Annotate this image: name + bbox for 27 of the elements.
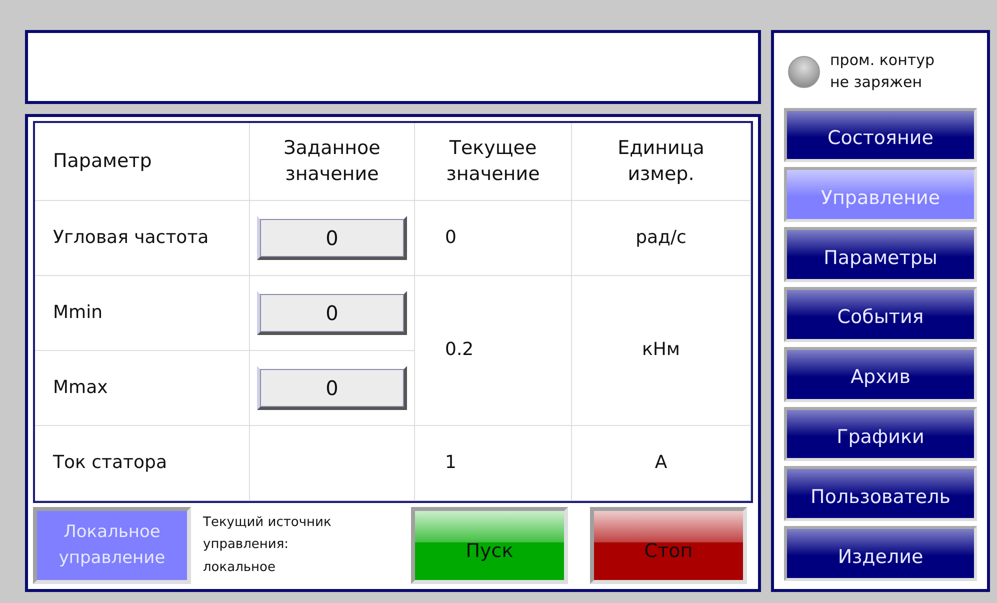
setpoint-input[interactable]: 0 (257, 216, 407, 260)
nav-button[interactable]: Состояние (784, 108, 977, 162)
nav-button[interactable]: Архив (784, 346, 977, 402)
setpoint-input[interactable]: 0 (257, 291, 407, 335)
setpoint-input[interactable]: 0 (257, 366, 407, 410)
parameter-cell: Угловая частота (35, 201, 250, 276)
unit-cell: кНм (572, 276, 751, 426)
start-button[interactable]: Пуск (411, 507, 568, 584)
parameter-cell: Mmax (35, 351, 250, 426)
nav-button[interactable]: События (784, 287, 977, 342)
column-header: Заданное значение (250, 123, 415, 201)
unit-cell: А (572, 426, 751, 501)
current-value-cell: 0.2 (415, 276, 572, 426)
nav-button[interactable]: Пользователь (784, 466, 977, 522)
current-value-cell: 1 (415, 426, 572, 501)
parameter-cell: Ток статора (35, 426, 250, 501)
indicator-label: пром. контур не заряжен (830, 50, 935, 93)
parameter-cell: Mmin (35, 276, 250, 351)
unit-cell: рад/с (572, 201, 751, 276)
column-header: Параметр (35, 123, 250, 201)
nav-button[interactable]: Параметры (784, 227, 977, 282)
column-header: Единица измер. (572, 123, 751, 201)
column-header: Текущее значение (415, 123, 572, 201)
current-value-cell: 0 (415, 201, 572, 276)
nav-button[interactable]: Графики (784, 406, 977, 462)
control-source-text: Текущий источник управления: локальное (203, 514, 332, 577)
nav-button[interactable]: Изделие (784, 526, 977, 581)
